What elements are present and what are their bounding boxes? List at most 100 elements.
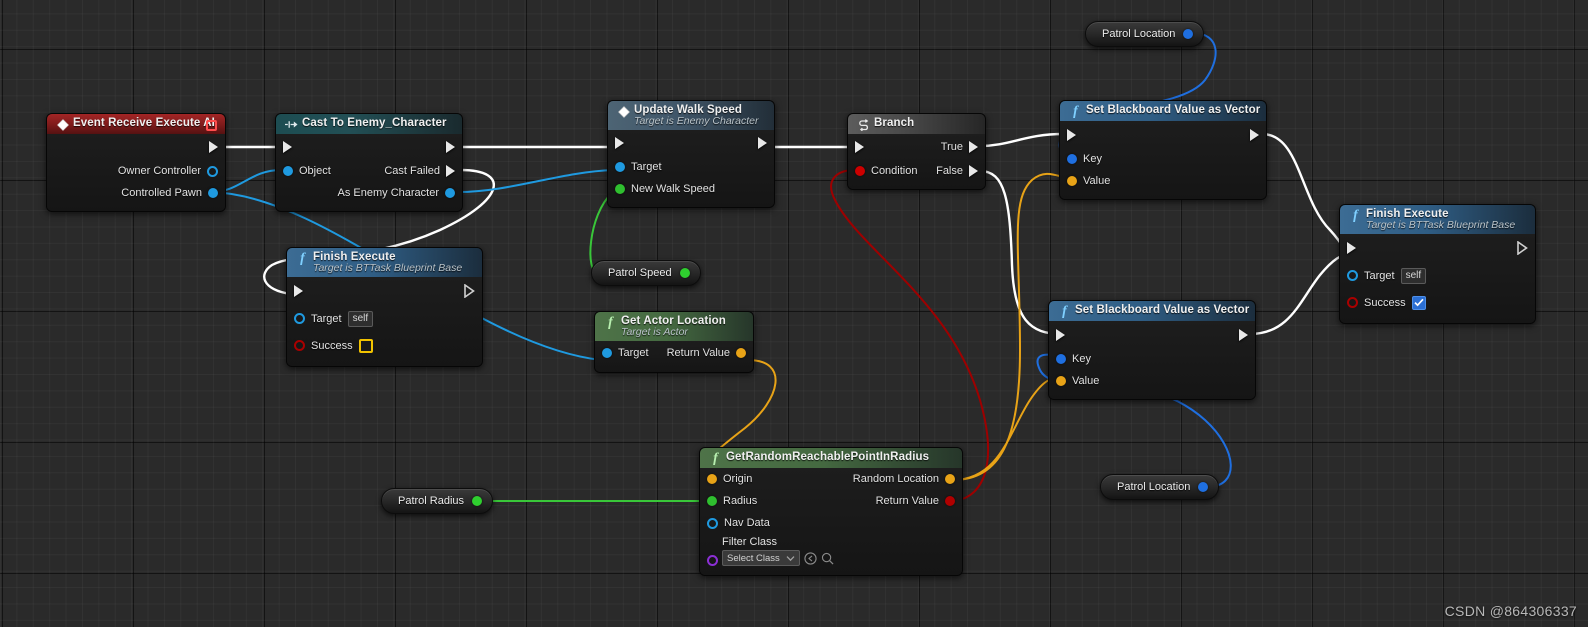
exec-input-pin[interactable] [1056, 328, 1065, 341]
cast-failed-exec-pin[interactable] [446, 165, 455, 177]
variable-patrol-location-bottom[interactable]: Patrol Location [1100, 474, 1220, 500]
node-event-receive-execute-ai[interactable]: Event Receive Execute AI Owner Controlle… [46, 113, 226, 212]
filter-class-row[interactable]: Select Class [700, 550, 962, 568]
value-pin[interactable] [1067, 176, 1077, 186]
filter-class-pin[interactable] [707, 553, 718, 571]
pin-row-target-return[interactable]: Target Return Value [595, 341, 753, 365]
object-input-pin[interactable] [283, 166, 293, 176]
pin-label: Radius [723, 495, 758, 507]
pin-row-target[interactable]: Target [608, 156, 774, 178]
exec-input-pin[interactable] [1067, 128, 1076, 141]
nav-data-pin[interactable] [707, 517, 718, 529]
exec-input-pin[interactable] [283, 141, 292, 153]
return-value-pin[interactable] [736, 348, 746, 358]
exec-input-pin[interactable] [1347, 242, 1356, 254]
node-get-actor-location[interactable]: f Get Actor Location Target is Actor Tar… [594, 311, 754, 373]
key-pin[interactable] [1067, 154, 1077, 164]
target-pin[interactable] [615, 162, 625, 172]
exec-input-pin[interactable] [855, 141, 864, 153]
node-title: Event Receive Execute AI [73, 117, 215, 129]
true-exec-pin[interactable] [969, 141, 978, 153]
pin-row-radius-return-value[interactable]: Radius Return Value [700, 490, 962, 512]
origin-pin[interactable] [707, 474, 717, 484]
node-finish-execute-right[interactable]: f Finish Execute Target is BTTask Bluepr… [1339, 204, 1536, 324]
pin-row-exec[interactable] [1049, 321, 1255, 348]
pin-row-success[interactable]: Success [1340, 289, 1535, 316]
pin-row-condition-false[interactable]: Condition False [848, 160, 985, 182]
random-location-pin[interactable] [945, 474, 955, 484]
node-finish-execute-left[interactable]: f Finish Execute Target is BTTask Bluepr… [286, 247, 483, 367]
cast-arrow-icon [285, 118, 298, 131]
exec-output-pin[interactable] [1239, 328, 1248, 341]
variable-output-pin[interactable] [472, 496, 483, 506]
pin-label: New Walk Speed [631, 183, 715, 195]
controlled-pawn-pin[interactable] [208, 188, 218, 198]
success-checkbox[interactable] [1411, 295, 1426, 310]
pin-row-object[interactable]: Object Cast Failed [276, 160, 462, 182]
pin-row-exec-out[interactable] [47, 134, 225, 160]
exec-output-pin[interactable] [464, 284, 475, 298]
pin-row-value[interactable]: Value [1049, 370, 1255, 392]
node-set-blackboard-value-as-vector-top[interactable]: f Set Blackboard Value as Vector Key Val… [1059, 100, 1267, 200]
exec-output-pin[interactable] [758, 137, 767, 149]
pin-label: Target [1364, 269, 1395, 282]
delegate-pin-icon[interactable] [206, 120, 217, 131]
variable-patrol-speed[interactable]: Patrol Speed [591, 260, 701, 286]
pin-row-value[interactable]: Value [1060, 170, 1266, 192]
variable-output-pin[interactable] [679, 268, 690, 278]
pin-row-owner-controller[interactable]: Owner Controller [47, 160, 225, 182]
pin-row-nav-data[interactable]: Nav Data [700, 512, 962, 534]
browse-back-icon[interactable] [804, 551, 817, 565]
pin-row-key[interactable]: Key [1049, 348, 1255, 370]
pin-row-exec[interactable] [276, 134, 462, 160]
pin-row-exec[interactable] [608, 130, 774, 156]
pin-row-new-walk-speed[interactable]: New Walk Speed [608, 178, 774, 200]
as-enemy-character-pin[interactable] [445, 188, 455, 198]
variable-output-pin[interactable] [1198, 482, 1209, 492]
target-pin[interactable] [294, 313, 305, 324]
node-set-blackboard-value-as-vector-bottom[interactable]: f Set Blackboard Value as Vector Key Val… [1048, 300, 1256, 400]
value-pin[interactable] [1056, 376, 1066, 386]
success-pin[interactable] [1347, 297, 1358, 308]
pin-row-exec[interactable] [287, 277, 482, 305]
target-self-value[interactable]: self [1400, 267, 1427, 284]
owner-controller-pin[interactable] [207, 165, 218, 177]
false-exec-pin[interactable] [969, 165, 978, 177]
target-pin[interactable] [602, 348, 612, 358]
node-update-walk-speed[interactable]: Update Walk Speed Target is Enemy Charac… [607, 100, 775, 208]
pin-row-target[interactable]: Target self [1340, 262, 1535, 289]
target-self-value[interactable]: self [347, 310, 374, 327]
node-cast-to-enemy-character[interactable]: Cast To Enemy_Character Object Cast Fail… [275, 113, 463, 212]
variable-output-pin[interactable] [1183, 29, 1194, 39]
search-icon[interactable] [821, 552, 834, 565]
exec-input-pin[interactable] [615, 137, 624, 149]
key-pin[interactable] [1056, 354, 1066, 364]
exec-output-pin[interactable] [209, 141, 218, 153]
exec-output-pin[interactable] [1517, 241, 1528, 255]
blueprint-graph-canvas[interactable]: Event Receive Execute AI Owner Controlle… [0, 0, 1588, 627]
variable-patrol-location-top[interactable]: Patrol Location [1085, 21, 1205, 47]
pin-row-exec[interactable] [1060, 121, 1266, 148]
node-branch[interactable]: Branch True Condition False [847, 113, 986, 190]
exec-output-pin[interactable] [446, 141, 455, 153]
radius-pin[interactable] [707, 496, 717, 506]
exec-output-pin[interactable] [1250, 128, 1259, 141]
new-walk-speed-pin[interactable] [615, 184, 625, 194]
target-pin[interactable] [1347, 270, 1358, 281]
pin-row-exec[interactable] [1340, 234, 1535, 262]
condition-pin[interactable] [855, 166, 865, 176]
pin-row-as-enemy-character[interactable]: As Enemy Character [276, 182, 462, 204]
success-checkbox[interactable] [358, 338, 373, 353]
return-value-pin[interactable] [945, 496, 955, 506]
pin-row-key[interactable]: Key [1060, 148, 1266, 170]
node-get-random-reachable-point-in-radius[interactable]: f GetRandomReachablePointInRadius Origin… [699, 447, 963, 576]
pin-row-exec-true[interactable]: True [848, 134, 985, 160]
success-pin[interactable] [294, 340, 305, 351]
variable-patrol-radius[interactable]: Patrol Radius [381, 488, 494, 514]
exec-input-pin[interactable] [294, 285, 303, 297]
pin-row-success[interactable]: Success [287, 332, 482, 359]
pin-row-origin-random-location[interactable]: Origin Random Location [700, 468, 962, 490]
select-class-dropdown[interactable]: Select Class [722, 550, 800, 566]
pin-row-controlled-pawn[interactable]: Controlled Pawn [47, 182, 225, 204]
pin-row-target[interactable]: Target self [287, 305, 482, 332]
